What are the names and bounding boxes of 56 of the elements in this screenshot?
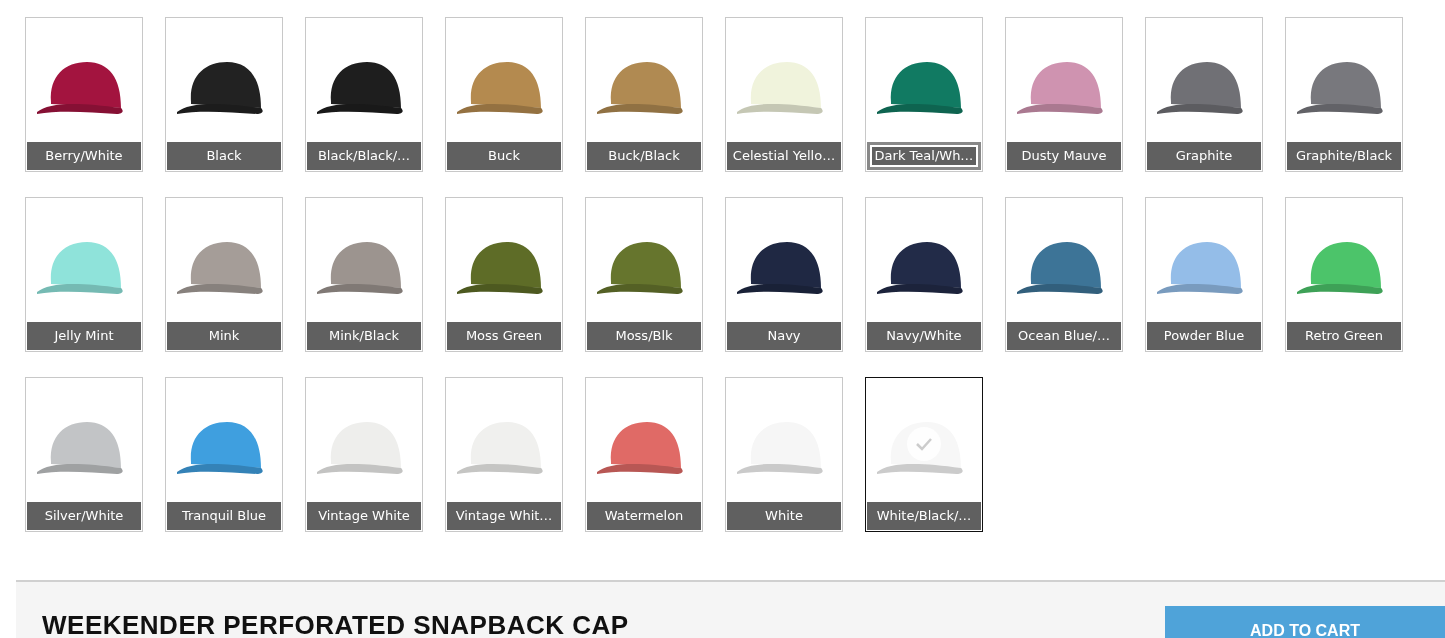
swatch-label: Navy [727, 322, 841, 350]
color-swatch[interactable]: Jelly Mint [25, 197, 143, 352]
color-swatch[interactable]: Tranquil Blue [165, 377, 283, 532]
color-swatch[interactable]: Vintage Whit… [445, 377, 563, 532]
color-swatch[interactable]: Dark Teal/Wh… [865, 17, 983, 172]
product-title: WEEKENDER PERFORATED SNAPBACK CAP [42, 610, 629, 638]
swatch-label: Vintage White [307, 502, 421, 530]
swatch-label: Dark Teal/Wh… [867, 142, 981, 170]
swatch-label: Powder Blue [1147, 322, 1261, 350]
swatch-label: Vintage Whit… [447, 502, 561, 530]
color-swatch[interactable]: Dusty Mauve [1005, 17, 1123, 172]
color-swatch[interactable]: Vintage White [305, 377, 423, 532]
swatch-label: Mink/Black [307, 322, 421, 350]
swatch-label: Celestial Yello… [727, 142, 841, 170]
swatch-label: White/Black/… [867, 502, 981, 530]
swatch-label: Buck/Black [587, 142, 701, 170]
swatch-label: Buck [447, 142, 561, 170]
color-swatch[interactable]: Buck [445, 17, 563, 172]
color-swatch[interactable]: White/Black/… [865, 377, 983, 532]
swatch-label: Graphite/Black [1287, 142, 1401, 170]
swatch-label: Ocean Blue/… [1007, 322, 1121, 350]
checkmark-icon [906, 426, 942, 462]
swatch-label: Berry/White [27, 142, 141, 170]
color-swatch[interactable]: Berry/White [25, 17, 143, 172]
color-swatch[interactable]: Graphite [1145, 17, 1263, 172]
color-swatch[interactable]: Mink [165, 197, 283, 352]
color-swatch[interactable]: Navy/White [865, 197, 983, 352]
swatch-label: Mink [167, 322, 281, 350]
swatch-label: Retro Green [1287, 322, 1401, 350]
color-swatch[interactable]: Buck/Black [585, 17, 703, 172]
color-swatch[interactable]: Black/Black/… [305, 17, 423, 172]
swatch-label: Silver/White [27, 502, 141, 530]
color-swatch[interactable]: Ocean Blue/… [1005, 197, 1123, 352]
color-swatch[interactable]: Black [165, 17, 283, 172]
swatch-label: Moss/Blk [587, 322, 701, 350]
swatch-label: Dusty Mauve [1007, 142, 1121, 170]
color-swatch[interactable]: Graphite/Black [1285, 17, 1403, 172]
color-swatch[interactable]: Powder Blue [1145, 197, 1263, 352]
color-swatch[interactable]: Mink/Black [305, 197, 423, 352]
swatch-label: Black [167, 142, 281, 170]
swatch-label: Jelly Mint [27, 322, 141, 350]
color-swatch[interactable]: Moss/Blk [585, 197, 703, 352]
swatch-label: Tranquil Blue [167, 502, 281, 530]
swatch-label: Black/Black/… [307, 142, 421, 170]
swatch-label: Navy/White [867, 322, 981, 350]
color-swatch[interactable]: Watermelon [585, 377, 703, 532]
color-swatch[interactable]: Silver/White [25, 377, 143, 532]
swatch-label: Watermelon [587, 502, 701, 530]
color-swatch[interactable]: Celestial Yello… [725, 17, 843, 172]
color-swatch[interactable]: Retro Green [1285, 197, 1403, 352]
swatch-label: White [727, 502, 841, 530]
color-swatch[interactable]: Moss Green [445, 197, 563, 352]
color-swatch[interactable]: Navy [725, 197, 843, 352]
color-swatch[interactable]: White [725, 377, 843, 532]
swatch-label: Graphite [1147, 142, 1261, 170]
swatch-label: Moss Green [447, 322, 561, 350]
